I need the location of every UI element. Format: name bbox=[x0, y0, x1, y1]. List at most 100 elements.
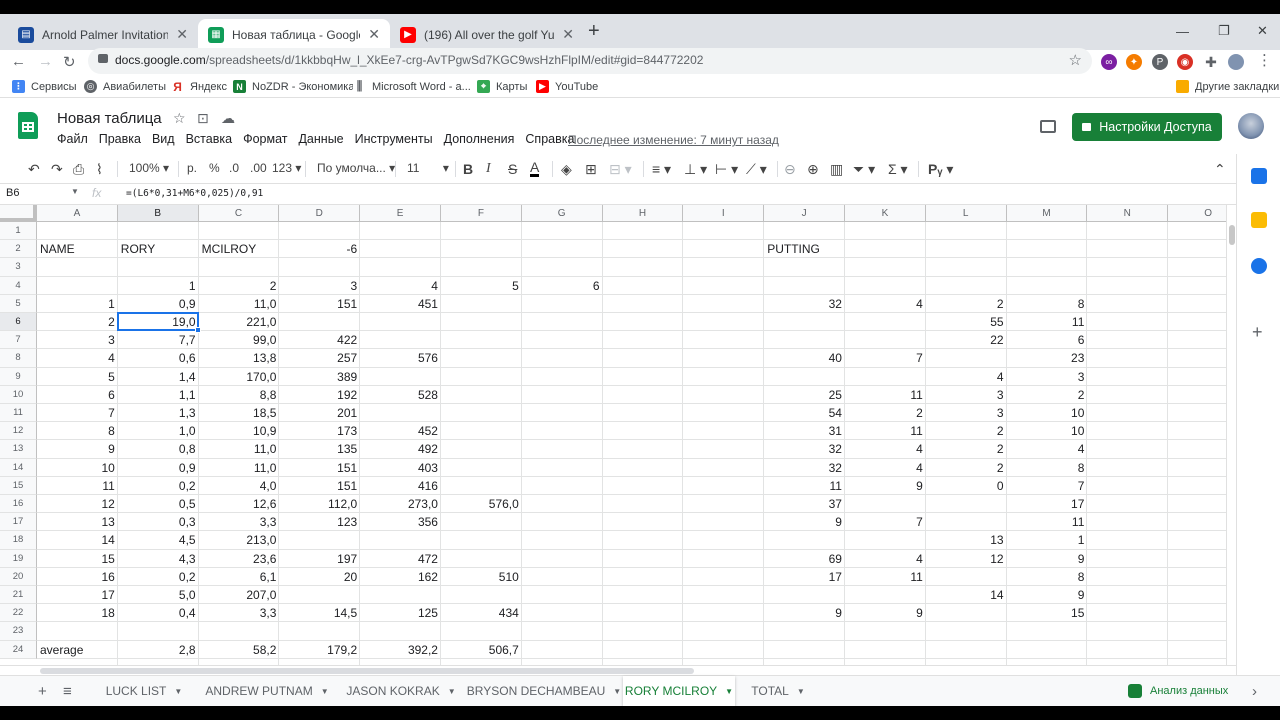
cell-J20[interactable]: 17 bbox=[764, 568, 845, 586]
decrease-decimal-button[interactable]: .0 bbox=[229, 161, 239, 175]
cell-D13[interactable]: 135 bbox=[279, 440, 360, 458]
address-bar[interactable]: docs.google.com/spreadsheets/d/1kkbbqHw_… bbox=[88, 48, 1092, 74]
strikethrough-icon[interactable]: S bbox=[508, 161, 517, 177]
cell-K14[interactable]: 4 bbox=[845, 459, 926, 477]
menu-view[interactable]: Вид bbox=[152, 132, 175, 146]
cell-M6[interactable]: 11 bbox=[1007, 313, 1088, 331]
cell-C8[interactable]: 13,8 bbox=[199, 349, 280, 367]
cell-L12[interactable]: 2 bbox=[926, 422, 1007, 440]
cell-A15[interactable]: 11 bbox=[37, 477, 118, 495]
cell-L14[interactable]: 2 bbox=[926, 459, 1007, 477]
cell-J15[interactable]: 11 bbox=[764, 477, 845, 495]
add-sheet-icon[interactable]: + bbox=[38, 683, 47, 700]
row-header-16[interactable]: 16 bbox=[0, 495, 37, 514]
bookmark-youtube[interactable]: ▶ YouTube bbox=[536, 80, 598, 93]
filter-icon[interactable]: ⏷ ▾ bbox=[853, 161, 875, 178]
cell-B17[interactable]: 0,3 bbox=[118, 513, 199, 531]
cell-E17[interactable]: 356 bbox=[360, 513, 441, 531]
close-icon[interactable]: ✕ bbox=[368, 26, 380, 43]
cell-L11[interactable]: 3 bbox=[926, 404, 1007, 422]
star-icon[interactable]: ☆ bbox=[173, 110, 186, 127]
font-select[interactable]: По умолча... ▾ bbox=[317, 161, 395, 175]
zoom-select[interactable]: 100% ▾ bbox=[129, 161, 169, 175]
cell-C5[interactable]: 11,0 bbox=[199, 295, 280, 313]
cell-B16[interactable]: 0,5 bbox=[118, 495, 199, 513]
cell-J22[interactable]: 9 bbox=[764, 604, 845, 622]
row-header-9[interactable]: 9 bbox=[0, 367, 37, 386]
cell-C20[interactable]: 6,1 bbox=[199, 568, 280, 586]
cell-L18[interactable]: 13 bbox=[926, 531, 1007, 549]
row-header-24[interactable]: 24 bbox=[0, 640, 37, 659]
italic-icon[interactable]: I bbox=[486, 161, 491, 177]
cell-F20[interactable]: 510 bbox=[441, 568, 522, 586]
cell-B22[interactable]: 0,4 bbox=[118, 604, 199, 622]
row-header-22[interactable]: 22 bbox=[0, 604, 37, 623]
cell-D17[interactable]: 123 bbox=[279, 513, 360, 531]
minimize-icon[interactable]: — bbox=[1176, 24, 1189, 39]
cell-M14[interactable]: 8 bbox=[1007, 459, 1088, 477]
chrome-menu-icon[interactable]: ⋮ bbox=[1257, 51, 1272, 69]
cell-M17[interactable]: 11 bbox=[1007, 513, 1088, 531]
cell-L6[interactable]: 55 bbox=[926, 313, 1007, 331]
cell-F4[interactable]: 5 bbox=[441, 277, 522, 295]
cell-B2[interactable]: RORY bbox=[118, 240, 199, 258]
column-header-H[interactable]: H bbox=[602, 205, 684, 222]
collapse-menus-icon[interactable]: ⌃ bbox=[1214, 161, 1226, 178]
cell-K10[interactable]: 11 bbox=[845, 386, 926, 404]
browser-tab-youtube[interactable]: ▶ (196) All over the golf Yuri Tsvetk ✕ bbox=[390, 19, 584, 50]
cell-K8[interactable]: 7 bbox=[845, 349, 926, 367]
cell-B12[interactable]: 1,0 bbox=[118, 422, 199, 440]
row-header-19[interactable]: 19 bbox=[0, 549, 37, 568]
tasks-icon[interactable] bbox=[1251, 258, 1267, 274]
cell-C13[interactable]: 11,0 bbox=[199, 440, 280, 458]
cell-A7[interactable]: 3 bbox=[37, 331, 118, 349]
sheet-tab-luck-list[interactable]: LUCK LIST ▼ bbox=[91, 676, 197, 706]
cell-E24[interactable]: 392,2 bbox=[360, 641, 441, 659]
cell-J16[interactable]: 37 bbox=[764, 495, 845, 513]
redo-icon[interactable]: ↷ bbox=[51, 161, 63, 178]
cell-E19[interactable]: 472 bbox=[360, 550, 441, 568]
cell-E15[interactable]: 416 bbox=[360, 477, 441, 495]
cell-M8[interactable]: 23 bbox=[1007, 349, 1088, 367]
cell-K22[interactable]: 9 bbox=[845, 604, 926, 622]
cell-E12[interactable]: 452 bbox=[360, 422, 441, 440]
menu-tools[interactable]: Инструменты bbox=[355, 132, 433, 146]
column-header-G[interactable]: G bbox=[521, 205, 603, 222]
account-avatar[interactable] bbox=[1238, 113, 1264, 139]
sheets-logo-icon[interactable] bbox=[18, 112, 38, 139]
merge-cells-icon[interactable]: ⊟ ▾ bbox=[609, 161, 632, 178]
all-sheets-icon[interactable]: ≡ bbox=[63, 683, 72, 700]
row-header-20[interactable]: 20 bbox=[0, 567, 37, 586]
chevron-down-icon[interactable]: ▼ bbox=[613, 687, 621, 696]
functions-icon[interactable]: Σ ▾ bbox=[888, 161, 908, 178]
cell-C4[interactable]: 2 bbox=[199, 277, 280, 295]
sheet-tab-jason-kokrak[interactable]: JASON KOKRAK ▼ bbox=[337, 676, 465, 706]
sheet-tab-total[interactable]: TOTAL ▼ bbox=[737, 676, 819, 706]
menu-addons[interactable]: Дополнения bbox=[444, 132, 515, 146]
row-header-23[interactable]: 23 bbox=[0, 622, 37, 641]
text-color-icon[interactable]: A bbox=[530, 160, 540, 177]
cell-C11[interactable]: 18,5 bbox=[199, 404, 280, 422]
cell-B9[interactable]: 1,4 bbox=[118, 368, 199, 386]
row-header-3[interactable]: 3 bbox=[0, 258, 37, 277]
vertical-scroll-thumb[interactable] bbox=[1229, 225, 1235, 245]
cell-A24[interactable]: average bbox=[37, 641, 118, 659]
row-header-15[interactable]: 15 bbox=[0, 476, 37, 495]
cell-A20[interactable]: 16 bbox=[37, 568, 118, 586]
chevron-down-icon[interactable]: ▼ bbox=[71, 187, 79, 196]
bookmark-star-icon[interactable]: ☆ bbox=[1069, 51, 1082, 69]
cell-M18[interactable]: 1 bbox=[1007, 531, 1088, 549]
cell-D22[interactable]: 14,5 bbox=[279, 604, 360, 622]
cell-M13[interactable]: 4 bbox=[1007, 440, 1088, 458]
new-tab-icon[interactable]: + bbox=[588, 20, 600, 43]
row-header-7[interactable]: 7 bbox=[0, 331, 37, 350]
column-header-N[interactable]: N bbox=[1087, 205, 1169, 222]
cell-M9[interactable]: 3 bbox=[1007, 368, 1088, 386]
cell-M12[interactable]: 10 bbox=[1007, 422, 1088, 440]
vertical-align-icon[interactable]: ⊥ ▾ bbox=[684, 161, 707, 178]
cell-G4[interactable]: 6 bbox=[522, 277, 603, 295]
cell-D5[interactable]: 151 bbox=[279, 295, 360, 313]
row-header-17[interactable]: 17 bbox=[0, 513, 37, 532]
cell-A5[interactable]: 1 bbox=[37, 295, 118, 313]
cell-E20[interactable]: 162 bbox=[360, 568, 441, 586]
